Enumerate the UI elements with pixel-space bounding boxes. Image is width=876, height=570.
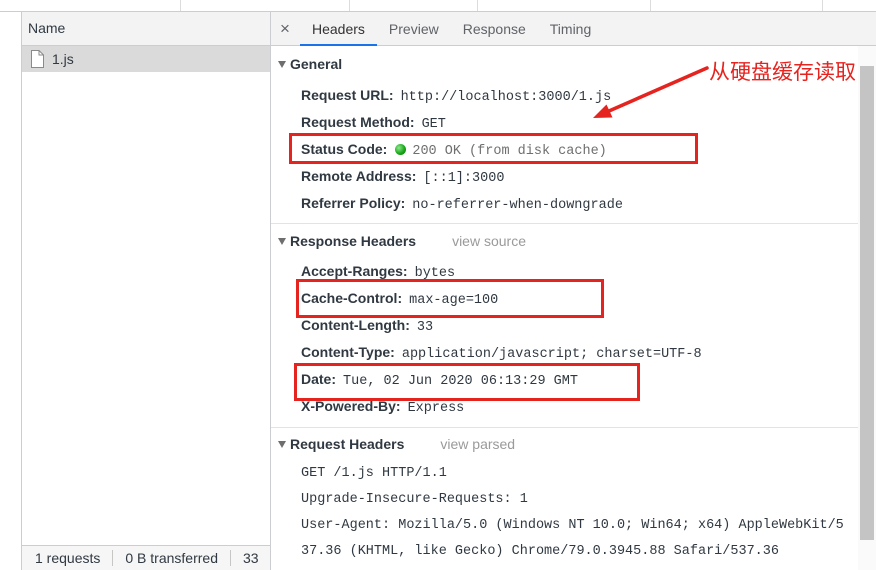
tab-preview[interactable]: Preview [377,12,451,45]
section-divider [271,427,858,428]
expand-triangle-icon [278,61,286,68]
highlight-box-status-code [289,133,698,164]
header-row-remote-address: Remote Address: [::1]:3000 [301,163,858,190]
summary-divider [112,550,114,566]
header-value: [::1]:3000 [423,171,505,186]
section-title: Request Headers [290,436,405,452]
section-divider [271,223,858,224]
section-title: General [290,56,343,72]
raw-header-line: 37.36 (KHTML, like Gecko) Chrome/79.0.39… [301,544,779,559]
section-title: Response Headers [290,233,417,249]
highlight-box-date [294,363,640,401]
raw-header-line: GET /1.js HTTP/1.1 [301,466,447,481]
tab-response[interactable]: Response [451,12,538,45]
file-icon [30,50,44,68]
response-headers-section-header[interactable]: Response Headers view source [271,229,858,253]
raw-header-line: Upgrade-Insecure-Requests: 1 [301,492,528,507]
overview-timeline-strip [0,0,876,12]
header-value: application/javascript; charset=UTF-8 [401,347,702,363]
header-row-request-method: Request Method: GET [301,109,858,136]
header-value: http://localhost:3000/1.js [400,90,612,105]
header-key: Request URL: [301,87,394,103]
header-value: 33 [416,319,434,335]
raw-header-line: User-Agent: Mozilla/5.0 (Windows NT 10.0… [301,518,844,533]
expand-triangle-icon [278,441,286,448]
timeline-grid-line [650,0,651,11]
request-name: 1.js [52,51,74,67]
request-headers-section-header[interactable]: Request Headers view parsed [271,432,858,456]
view-parsed-link[interactable]: view parsed [440,436,515,452]
detail-scrollbar[interactable] [858,46,876,570]
header-value: GET [421,117,446,132]
request-header-raw-lines: GET /1.js HTTP/1.1 Upgrade-Insecure-Requ… [271,456,858,565]
tab-timing[interactable]: Timing [538,12,604,45]
expand-triangle-icon [278,238,286,245]
header-key: Request Method: [301,114,415,130]
summary-divider [229,550,231,566]
tab-headers[interactable]: Headers [300,12,377,46]
header-key: Referrer Policy: [301,195,406,211]
header-key: Content-Length: [301,316,410,333]
header-key: Content-Type: [301,344,395,361]
header-key: Accept-Ranges: [301,262,408,279]
detail-tab-bar: × Headers Preview Response Timing [271,12,876,46]
resources-size: 33 [242,550,259,566]
request-headers-section: Request Headers view parsed GET /1.js HTT… [271,432,858,565]
header-value: no-referrer-when-downgrade [412,198,623,213]
request-list-panel: Name 1.js 1 requests 0 B transferred 33 [22,12,271,570]
header-value: Express [407,401,465,417]
transferred-size: 0 B transferred [125,550,218,566]
scrollbar-thumb[interactable] [860,66,874,540]
request-row[interactable]: 1.js [22,46,270,72]
timeline-grid-line [349,0,350,11]
request-count: 1 requests [35,550,101,566]
header-key: Remote Address: [301,168,417,184]
name-column-label: Name [28,20,66,36]
close-icon[interactable]: × [274,12,296,45]
annotation-label: 从硬盘缓存读取 [709,60,856,84]
timeline-grid-line [477,0,478,11]
timeline-grid-line [822,0,823,11]
view-source-link[interactable]: view source [452,233,526,249]
header-row-request-url: Request URL: http://localhost:3000/1.js [301,82,858,109]
timeline-grid-line [180,0,181,11]
highlight-box-cache-control [296,279,604,318]
name-column-header[interactable]: Name [22,12,270,46]
header-row-referrer-policy: Referrer Policy: no-referrer-when-downgra… [301,190,858,217]
network-summary-bar: 1 requests 0 B transferred 33 [22,545,270,570]
